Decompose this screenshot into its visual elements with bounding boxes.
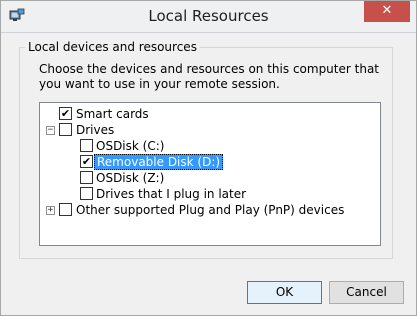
drive-c-checkbox[interactable] — [80, 139, 93, 152]
cancel-button[interactable]: Cancel — [329, 281, 404, 304]
instructions-text: Choose the devices and resources on this… — [39, 62, 379, 91]
close-button[interactable]: ✕ — [364, 1, 410, 22]
tree-item-label: OSDisk (C:) — [96, 139, 165, 153]
collapse-icon[interactable]: − — [46, 126, 55, 135]
expand-icon[interactable]: + — [46, 206, 55, 215]
tree-item-drive-d[interactable]: ✔ Removable Disk (D:) — [40, 154, 340, 170]
group-label: Local devices and resources — [25, 40, 200, 54]
tree-item-label: Drives — [76, 123, 115, 137]
title-bar[interactable]: Local Resources ✕ — [1, 1, 416, 33]
tree-item-label: Other supported Plug and Play (PnP) devi… — [76, 203, 345, 217]
tree-item-drives[interactable]: − Drives — [40, 122, 340, 138]
drive-d-checkbox[interactable]: ✔ — [80, 155, 93, 168]
check-icon: ✔ — [81, 155, 92, 168]
ok-button[interactable]: OK — [247, 281, 322, 304]
close-icon: ✕ — [381, 3, 393, 18]
tree-item-drive-c[interactable]: OSDisk (C:) — [40, 138, 340, 154]
tree-item-plug-in-later[interactable]: Drives that I plug in later — [40, 186, 340, 202]
check-icon: ✔ — [60, 107, 71, 120]
drives-checkbox[interactable] — [59, 123, 72, 136]
smart-cards-checkbox[interactable]: ✔ — [59, 107, 72, 120]
tree-item-label: Drives that I plug in later — [96, 187, 247, 201]
tree-item-drive-z[interactable]: OSDisk (Z:) — [40, 170, 340, 186]
window-title: Local Resources — [148, 7, 269, 25]
tree-item-pnp-devices[interactable]: + Other supported Plug and Play (PnP) de… — [40, 202, 370, 218]
tree-item-label: OSDisk (Z:) — [96, 171, 165, 185]
device-tree[interactable]: ✔ Smart cards − Drives OSDisk (C:) ✔ Rem… — [39, 102, 381, 246]
pnp-checkbox[interactable] — [59, 203, 72, 216]
tree-item-label-selected: Removable Disk (D:) — [94, 154, 224, 170]
drive-z-checkbox[interactable] — [80, 171, 93, 184]
local-resources-dialog: Local Resources ✕ Local devices and reso… — [0, 0, 417, 316]
tree-item-smart-cards[interactable]: ✔ Smart cards — [40, 106, 340, 122]
plug-in-later-checkbox[interactable] — [80, 187, 93, 200]
tree-item-label: Smart cards — [76, 107, 149, 121]
